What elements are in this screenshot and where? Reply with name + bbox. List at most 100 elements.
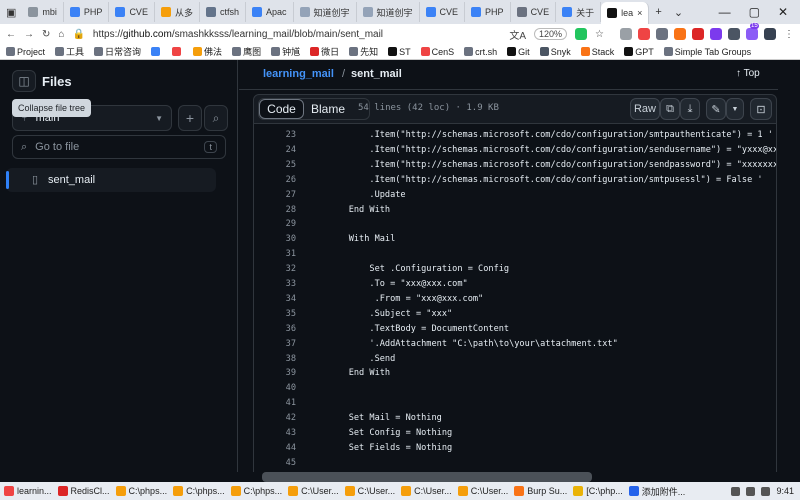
- line-number[interactable]: 45: [254, 456, 296, 471]
- line-number[interactable]: 36: [254, 322, 296, 337]
- download-button[interactable]: ⤓: [680, 98, 700, 120]
- browser-tab[interactable]: 知道创宇: [294, 2, 357, 22]
- browser-tab[interactable]: lea ×: [601, 2, 650, 24]
- extension-icon[interactable]: [656, 28, 668, 40]
- edit-dropdown-button[interactable]: ▼: [726, 98, 744, 120]
- line-number[interactable]: 35: [254, 307, 296, 322]
- clock[interactable]: 9:41: [776, 486, 794, 496]
- extension-icon[interactable]: [638, 28, 650, 40]
- line-number[interactable]: 25: [254, 158, 296, 173]
- browser-tab[interactable]: Apac: [246, 2, 294, 22]
- line-number[interactable]: 41: [254, 396, 296, 411]
- bookmark-item[interactable]: [172, 47, 183, 56]
- line-number[interactable]: 33: [254, 277, 296, 292]
- home-icon[interactable]: ⌂: [58, 29, 64, 40]
- browser-tab[interactable]: CVE: [109, 2, 155, 22]
- line-number[interactable]: 44: [254, 441, 296, 456]
- bookmark-item[interactable]: 工具: [55, 45, 84, 58]
- bookmark-item[interactable]: 佛法: [193, 45, 222, 58]
- bookmark-star-icon[interactable]: ☆: [595, 29, 604, 40]
- go-to-file-input[interactable]: ⌕ Go to file t: [12, 135, 226, 159]
- line-number[interactable]: 37: [254, 337, 296, 352]
- taskbar-item[interactable]: [C:\php...: [573, 486, 623, 496]
- back-to-top-button[interactable]: ↑ Top: [736, 68, 760, 79]
- symbols-panel-button[interactable]: ⊡: [750, 98, 772, 120]
- bookmark-item[interactable]: Simple Tab Groups: [663, 47, 751, 57]
- extension-icon[interactable]: [692, 28, 704, 40]
- bookmark-item[interactable]: CenS: [420, 47, 454, 57]
- network-icon[interactable]: [746, 486, 756, 496]
- line-number[interactable]: 42: [254, 411, 296, 426]
- line-number[interactable]: 38: [254, 352, 296, 367]
- zoom-indicator[interactable]: 120%: [534, 28, 568, 40]
- minimize-icon[interactable]: —: [719, 5, 731, 19]
- reload-icon[interactable]: ↻: [42, 29, 50, 40]
- browser-tab[interactable]: CVE: [420, 2, 466, 22]
- forward-icon[interactable]: →: [24, 29, 34, 40]
- taskbar-item[interactable]: RedisCl...: [57, 486, 110, 496]
- bookmark-item[interactable]: 鹰图: [232, 45, 261, 58]
- bookmark-item[interactable]: GPT: [624, 47, 654, 57]
- taskbar-item[interactable]: C:\phps...: [230, 486, 282, 496]
- extension-icon[interactable]: [728, 28, 740, 40]
- bookmark-item[interactable]: [151, 47, 162, 56]
- taskbar-item[interactable]: learnin...: [4, 486, 52, 496]
- line-number[interactable]: 29: [254, 217, 296, 232]
- taskbar-item[interactable]: 添加附件...: [628, 485, 685, 498]
- extension-icon[interactable]: [620, 28, 632, 40]
- maximize-icon[interactable]: ▢: [749, 5, 760, 19]
- line-number[interactable]: 23: [254, 128, 296, 143]
- bookmark-item[interactable]: Stack: [580, 47, 614, 57]
- bookmark-item[interactable]: Snyk: [539, 47, 571, 57]
- bookmark-item[interactable]: Git: [507, 47, 530, 57]
- edit-button[interactable]: ✎: [706, 98, 726, 120]
- bookmark-item[interactable]: ST: [388, 47, 411, 57]
- code-tab[interactable]: Code: [259, 99, 304, 119]
- line-number[interactable]: 31: [254, 247, 296, 262]
- new-tab-icon[interactable]: +: [649, 6, 667, 18]
- menu-icon[interactable]: ⋮: [784, 29, 794, 40]
- extension-icon[interactable]: [710, 28, 722, 40]
- taskbar-item[interactable]: C:\phps...: [115, 486, 167, 496]
- taskbar-item[interactable]: C:\phps...: [173, 486, 225, 496]
- line-number[interactable]: 34: [254, 292, 296, 307]
- close-window-icon[interactable]: ✕: [778, 5, 788, 19]
- browser-tab[interactable]: PHP: [465, 2, 511, 22]
- browser-tab[interactable]: PHP: [64, 2, 110, 22]
- tab-actions-icon[interactable]: ▣: [0, 6, 22, 19]
- line-number[interactable]: 27: [254, 188, 296, 203]
- extension-icon[interactable]: 15: [746, 23, 759, 40]
- blame-tab[interactable]: Blame: [305, 99, 351, 119]
- horizontal-scrollbar[interactable]: [262, 472, 592, 482]
- add-file-button[interactable]: +: [178, 105, 202, 131]
- browser-tab[interactable]: 知道创宇: [357, 2, 420, 22]
- extension-icon[interactable]: [575, 28, 588, 40]
- extension-icon[interactable]: [764, 28, 776, 40]
- shield-icon[interactable]: [731, 486, 741, 496]
- bookmark-item[interactable]: Project: [6, 47, 45, 57]
- browser-tab[interactable]: ctfsh: [200, 2, 246, 22]
- browser-tab[interactable]: mbi: [22, 2, 64, 22]
- line-number[interactable]: 39: [254, 366, 296, 381]
- raw-button[interactable]: Raw: [630, 98, 660, 120]
- extension-icon[interactable]: [674, 28, 686, 40]
- taskbar-item[interactable]: C:\User...: [288, 486, 339, 496]
- copy-raw-button[interactable]: ⧉: [660, 98, 680, 120]
- browser-tab[interactable]: CVE: [511, 2, 557, 22]
- bookmark-item[interactable]: 钟馗: [271, 45, 300, 58]
- line-number[interactable]: 28: [254, 203, 296, 218]
- line-number[interactable]: 30: [254, 232, 296, 247]
- line-number[interactable]: 26: [254, 173, 296, 188]
- taskbar-item[interactable]: C:\User...: [457, 486, 508, 496]
- translate-icon[interactable]: 文A: [509, 27, 526, 42]
- taskbar-item[interactable]: C:\User...: [401, 486, 452, 496]
- file-tree-item-sent-mail[interactable]: ▯ sent_mail: [6, 168, 216, 192]
- bookmark-item[interactable]: crt.sh: [464, 47, 497, 57]
- browser-tab[interactable]: 从多: [155, 2, 200, 22]
- close-tab-icon[interactable]: ×: [637, 8, 642, 18]
- volume-icon[interactable]: [761, 486, 771, 496]
- line-number[interactable]: 40: [254, 381, 296, 396]
- taskbar-item[interactable]: C:\User...: [344, 486, 395, 496]
- taskbar-item[interactable]: Burp Su...: [514, 486, 567, 496]
- browser-tab[interactable]: 关于: [556, 2, 602, 22]
